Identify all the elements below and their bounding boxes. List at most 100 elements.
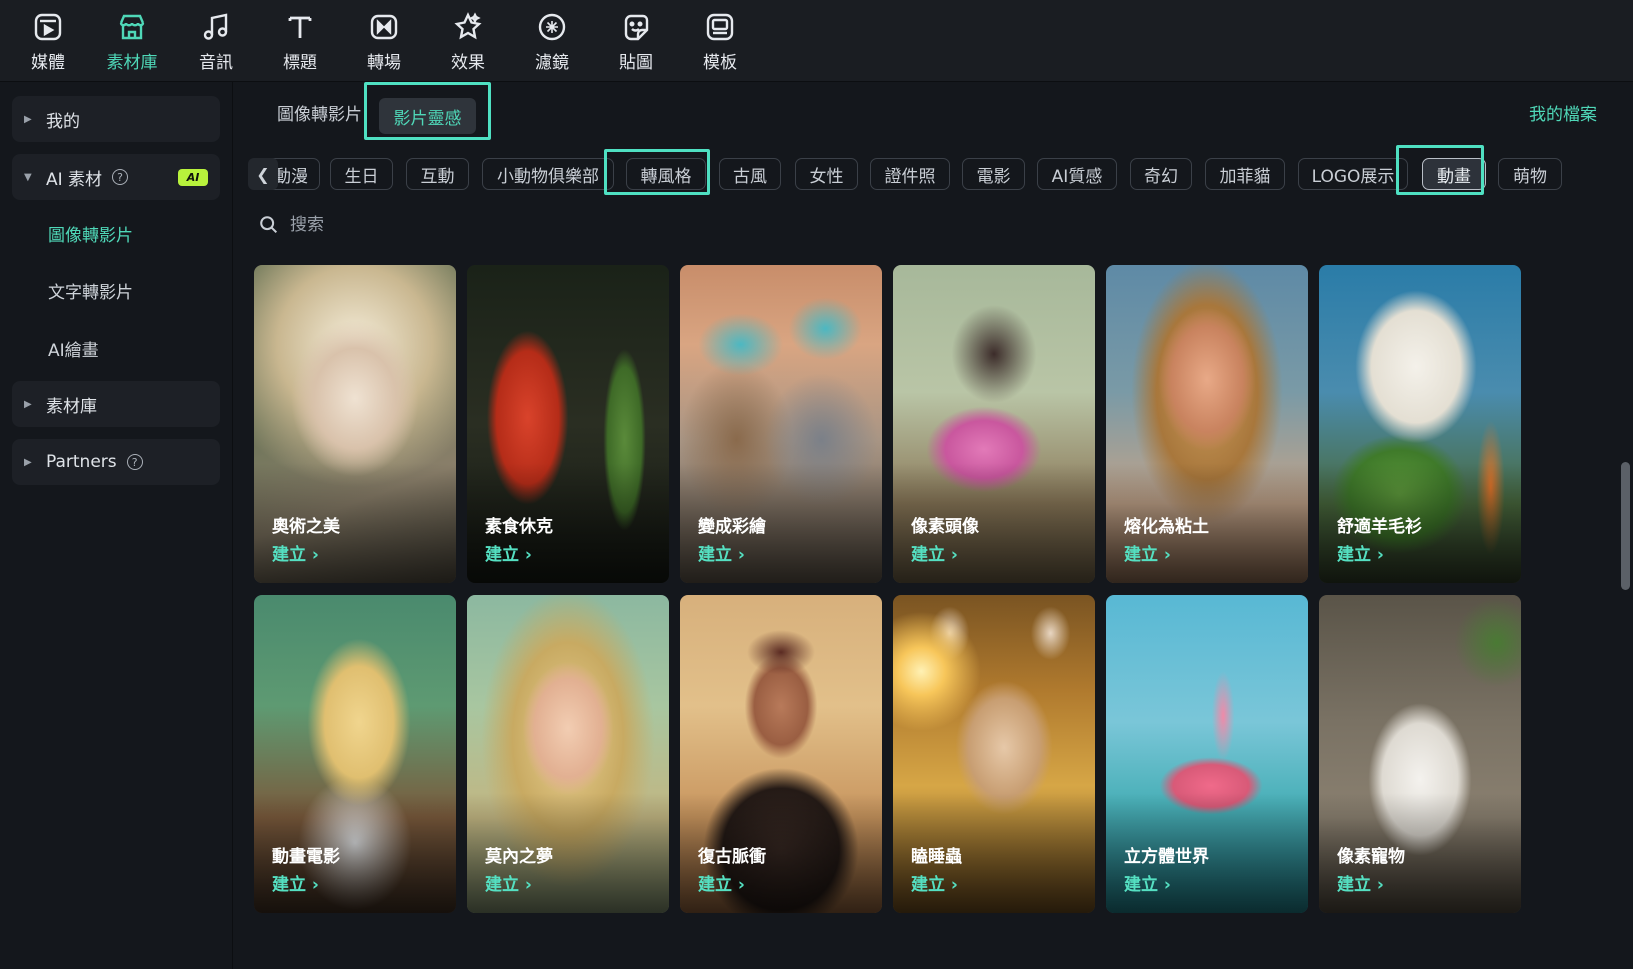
- template-card[interactable]: 熔化為粘土 建立 ›: [1106, 265, 1308, 583]
- template-card[interactable]: 動畫電影 建立 ›: [254, 595, 456, 913]
- sidebar-group-ai-label: AI 素材: [46, 169, 103, 190]
- chip-animation[interactable]: 動畫: [1422, 158, 1486, 190]
- card-title: 舒適羊毛衫: [1337, 517, 1422, 537]
- toolbar-stickers[interactable]: 貼圖: [594, 0, 678, 82]
- sidebar-group-my[interactable]: ▶ 我的: [12, 96, 220, 142]
- chip-ancient[interactable]: 古風: [719, 158, 781, 190]
- card-title: 像素寵物: [1337, 847, 1405, 867]
- sticker-icon: [619, 10, 653, 44]
- create-link[interactable]: 建立 ›: [1124, 870, 1171, 895]
- template-card[interactable]: 像素頭像 建立 ›: [893, 265, 1095, 583]
- caret-right-icon: ▶: [24, 398, 32, 410]
- title-t-icon: [283, 10, 317, 44]
- template-card[interactable]: 瞌睡蟲 建立 ›: [893, 595, 1095, 913]
- card-title: 熔化為粘土: [1124, 517, 1209, 537]
- template-card[interactable]: 素食休克 建立 ›: [467, 265, 669, 583]
- toolbar-store[interactable]: 素材庫: [90, 0, 174, 82]
- search-input[interactable]: [290, 215, 630, 235]
- search-bar: [258, 210, 658, 240]
- caret-right-icon: ▶: [24, 113, 32, 125]
- card-title: 變成彩繪: [698, 517, 766, 537]
- toolbar-audio[interactable]: 音訊: [174, 0, 258, 82]
- my-files-link[interactable]: 我的檔案: [1529, 100, 1597, 125]
- create-link[interactable]: 建立 ›: [911, 870, 958, 895]
- card-title: 立方體世界: [1124, 847, 1209, 867]
- toolbar-audio-label: 音訊: [199, 52, 233, 73]
- chip-logo-showcase[interactable]: LOGO展示: [1298, 158, 1408, 190]
- create-link[interactable]: 建立 ›: [1337, 870, 1384, 895]
- create-link[interactable]: 建立 ›: [485, 870, 532, 895]
- caret-down-icon: ▼: [24, 171, 32, 183]
- toolbar-stickers-label: 貼圖: [619, 52, 653, 73]
- create-link[interactable]: 建立 ›: [272, 540, 319, 565]
- search-icon: [260, 216, 278, 234]
- help-icon[interactable]: ?: [126, 454, 143, 470]
- toolbar-templates-label: 模板: [703, 52, 737, 73]
- sidebar-group-partners-label: Partners: [46, 452, 117, 472]
- chevron-left-icon[interactable]: ❮: [248, 158, 278, 190]
- chip-birthday[interactable]: 生日: [330, 158, 393, 190]
- toolbar-filters[interactable]: 濾鏡: [510, 0, 594, 82]
- template-icon: [703, 10, 737, 44]
- create-link[interactable]: 建立 ›: [911, 540, 958, 565]
- create-link[interactable]: 建立 ›: [485, 540, 532, 565]
- template-card[interactable]: 變成彩繪 建立 ›: [680, 265, 882, 583]
- chip-garfield[interactable]: 加菲貓: [1205, 158, 1285, 190]
- template-card[interactable]: 像素寵物 建立 ›: [1319, 595, 1521, 913]
- card-title: 奧術之美: [272, 517, 340, 537]
- create-link[interactable]: 建立 ›: [272, 870, 319, 895]
- tab-video-inspiration[interactable]: 影片靈感: [379, 98, 476, 134]
- sidebar-group-ai[interactable]: ▼ AI 素材 ? AI: [12, 154, 220, 200]
- sidebar-item-image-to-video[interactable]: 圖像轉影片: [48, 221, 133, 246]
- transition-icon: [367, 10, 401, 44]
- sidebar-item-text-to-video[interactable]: 文字轉影片: [48, 278, 133, 303]
- sidebar-group-partners[interactable]: ▶ Partners ?: [12, 439, 220, 485]
- card-title: 復古脈衝: [698, 847, 766, 867]
- chip-cute-things[interactable]: 萌物: [1498, 158, 1562, 190]
- sidebar-group-my-label: 我的: [46, 111, 80, 132]
- template-card[interactable]: 舒適羊毛衫 建立 ›: [1319, 265, 1521, 583]
- toolbar-filters-label: 濾鏡: [535, 52, 569, 73]
- chip-fantasy[interactable]: 奇幻: [1130, 158, 1192, 190]
- sidebar-item-ai-painting[interactable]: AI繪畫: [48, 336, 99, 361]
- create-link[interactable]: 建立 ›: [698, 870, 745, 895]
- toolbar-titles[interactable]: 標題: [258, 0, 342, 82]
- sidebar-group-library[interactable]: ▶ 素材庫: [12, 381, 220, 427]
- chip-movie[interactable]: 電影: [962, 158, 1025, 190]
- top-toolbar: 媒體 素材庫 音訊 標題 轉場 效果 濾鏡 貼圖 模板: [0, 0, 1633, 82]
- help-icon[interactable]: ?: [112, 169, 129, 185]
- caret-right-icon: ▶: [24, 456, 32, 468]
- chip-ai-texture[interactable]: AI質感: [1037, 158, 1117, 190]
- create-link[interactable]: 建立 ›: [1337, 540, 1384, 565]
- chip-interactive[interactable]: 互動: [406, 158, 469, 190]
- main-panel: 圖像轉影片 影片靈感 我的檔案 ❮ 動漫 生日 互動 小動物俱樂部 轉風格 古風…: [234, 82, 1633, 969]
- toolbar-effects-label: 效果: [451, 52, 485, 73]
- media-icon: [31, 10, 65, 44]
- filter-icon: [535, 10, 569, 44]
- template-card[interactable]: 奧術之美 建立 ›: [254, 265, 456, 583]
- toolbar-effects[interactable]: 效果: [426, 0, 510, 82]
- effects-star-icon: [451, 10, 485, 44]
- card-title: 動畫電影: [272, 847, 340, 867]
- chip-id-photo[interactable]: 證件照: [870, 158, 950, 190]
- toolbar-transitions[interactable]: 轉場: [342, 0, 426, 82]
- chip-style-transfer[interactable]: 轉風格: [626, 158, 706, 190]
- scrollbar-thumb[interactable]: [1621, 462, 1630, 590]
- tab-image-to-video[interactable]: 圖像轉影片: [277, 100, 362, 125]
- chip-small-animals[interactable]: 小動物俱樂部: [482, 158, 614, 190]
- create-link[interactable]: 建立 ›: [1124, 540, 1171, 565]
- template-card[interactable]: 復古脈衝 建立 ›: [680, 595, 882, 913]
- sidebar-group-library-label: 素材庫: [46, 396, 97, 417]
- ai-badge: AI: [178, 169, 208, 186]
- toolbar-templates[interactable]: 模板: [678, 0, 762, 82]
- toolbar-media-label: 媒體: [31, 52, 65, 73]
- create-link[interactable]: 建立 ›: [698, 540, 745, 565]
- category-chip-row: ❮ 動漫 生日 互動 小動物俱樂部 轉風格 古風 女性 證件照 電影 AI質感 …: [248, 155, 1618, 193]
- chip-female[interactable]: 女性: [795, 158, 858, 190]
- card-title: 素食休克: [485, 517, 553, 537]
- card-title: 像素頭像: [911, 517, 979, 537]
- sidebar: ▶ 我的 ▼ AI 素材 ? AI 圖像轉影片 文字轉影片 AI繪畫 ▶ 素材庫…: [0, 82, 233, 969]
- toolbar-media[interactable]: 媒體: [6, 0, 90, 82]
- template-card[interactable]: 立方體世界 建立 ›: [1106, 595, 1308, 913]
- template-card[interactable]: 莫內之夢 建立 ›: [467, 595, 669, 913]
